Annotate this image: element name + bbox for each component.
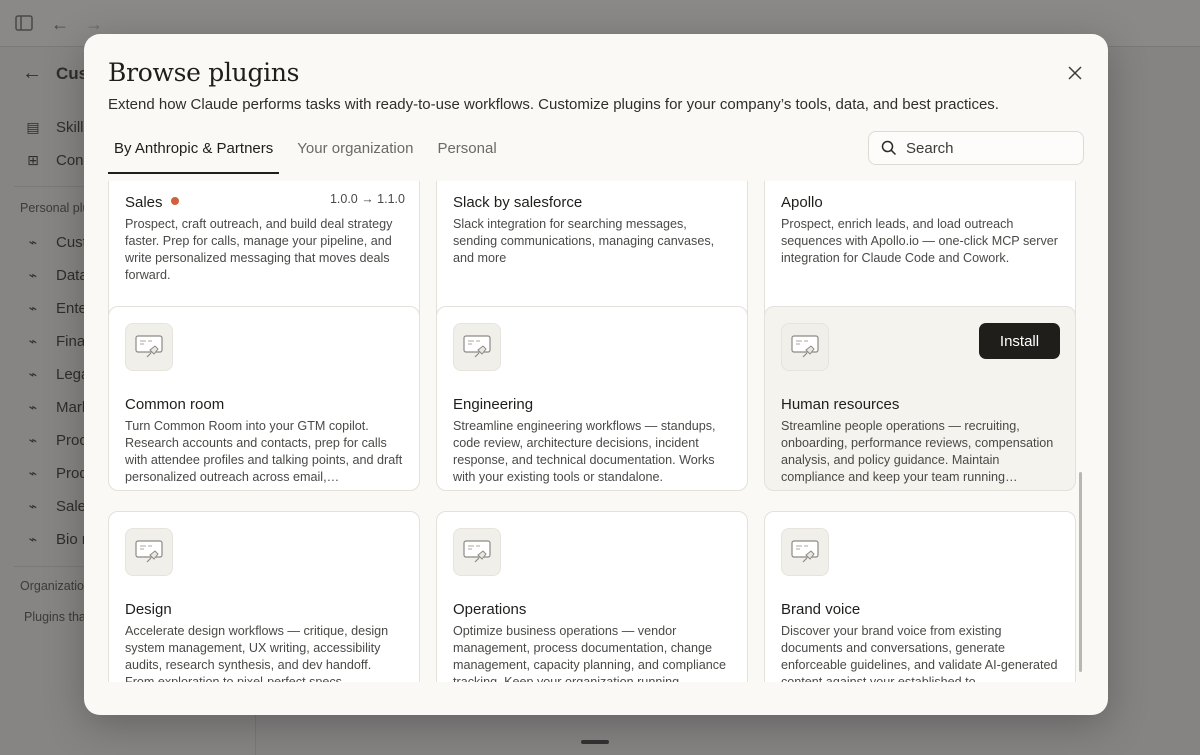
- plugin-name: Common room: [125, 396, 225, 413]
- plug-icon: ⌁: [28, 431, 38, 448]
- plug-icon: ⌁: [28, 365, 38, 382]
- plug-icon: ⌁: [28, 398, 38, 415]
- plugin-description: Streamline people operations — recruitin…: [781, 419, 1054, 484]
- plugin-description: Prospect, craft outreach, and build deal…: [125, 217, 393, 282]
- plugin-description: Discover your brand voice from existing …: [781, 624, 1058, 682]
- scrollbar[interactable]: [1079, 472, 1082, 672]
- plugin-name: Slack by salesforce: [453, 194, 583, 211]
- sidebar-plugin-item[interactable]: ⌁ Sale: [24, 494, 86, 518]
- plug-icon: ⌁: [28, 332, 38, 349]
- plugin-name: Engineering: [453, 396, 534, 413]
- home-indicator: [581, 740, 609, 744]
- plugin-description: Prospect, enrich leads, and load outreac…: [781, 217, 1058, 265]
- plugin-card-brand-voice[interactable]: Brand voice Discover your brand voice fr…: [764, 511, 1076, 682]
- sidebar-plugin-item[interactable]: ⌁ Mark: [24, 395, 90, 419]
- plugin-name: Brand voice: [781, 601, 861, 618]
- plug-icon: ⌁: [28, 530, 38, 547]
- plugin-description: Streamline engineering workflows — stand…: [453, 419, 716, 484]
- sidebar-item-skills[interactable]: ▤ Skills: [24, 115, 91, 139]
- browse-plugins-modal: Browse plugins Extend how Claude perform…: [84, 34, 1108, 715]
- personal-plugins-label: Personal plu: [20, 201, 90, 215]
- tab-personal[interactable]: Personal: [431, 130, 502, 174]
- sidebar-plugin-item[interactable]: ⌁ Lega: [24, 362, 90, 386]
- install-button[interactable]: Install: [979, 323, 1060, 359]
- sidebar-plugin-item[interactable]: ⌁ Ente: [24, 296, 87, 320]
- search-input[interactable]: [906, 139, 1066, 157]
- modal-title: Browse plugins: [108, 58, 300, 87]
- plugin-description: Slack integration for searching messages…: [453, 217, 715, 265]
- close-icon[interactable]: [1064, 64, 1086, 86]
- sidebar-item-connectors[interactable]: ⊞ Con: [24, 148, 83, 172]
- update-dot: [170, 197, 179, 206]
- plugin-name: Operations: [453, 601, 527, 618]
- plugin-name: Sales: [125, 194, 163, 211]
- plugin-icon: [781, 323, 829, 371]
- plugin-card-human-resources[interactable]: Install Human resources Streamline peopl…: [764, 306, 1076, 491]
- plugin-grid: Sales 1.0.0 → 1.1.0 Prospect, craft outr…: [84, 181, 1108, 682]
- plugin-icon: [125, 528, 173, 576]
- sidebar-back-icon[interactable]: ←: [22, 62, 42, 85]
- skills-icon: ▤: [26, 118, 40, 135]
- organization-note: Plugins tha: [24, 610, 86, 624]
- plugin-description: Optimize business operations — vendor ma…: [453, 624, 727, 682]
- plugin-icon: [125, 323, 173, 371]
- version-update: 1.0.0 → 1.1.0: [329, 192, 405, 206]
- modal-subtitle: Extend how Claude performs tasks with re…: [108, 96, 999, 113]
- tab-by-anthropic-partners[interactable]: By Anthropic & Partners: [108, 130, 280, 174]
- tab-your-organization[interactable]: Your organization: [291, 130, 419, 174]
- plug-icon: ⌁: [28, 299, 38, 316]
- plugin-icon: [453, 528, 501, 576]
- sidebar-plugin-item[interactable]: ⌁ Proc: [24, 428, 87, 452]
- plugin-name: Apollo: [781, 194, 823, 211]
- plugin-icon: [453, 323, 501, 371]
- plugin-name: Design: [125, 601, 172, 618]
- plugin-icon: [781, 528, 829, 576]
- plugin-description: Accelerate design workflows — critique, …: [125, 624, 389, 682]
- plugin-card-operations[interactable]: Operations Optimize business operations …: [436, 511, 748, 682]
- connectors-icon: ⊞: [27, 151, 39, 168]
- search-box[interactable]: [868, 131, 1084, 165]
- sidebar-plugin-item[interactable]: ⌁ Bio r: [24, 527, 87, 551]
- plug-icon: ⌁: [28, 266, 38, 283]
- plugin-name: Human resources: [781, 396, 900, 413]
- plugin-tabs: By Anthropic & Partners Your organizatio…: [108, 130, 515, 174]
- plugin-description: Turn Common Room into your GTM copilot. …: [125, 419, 403, 484]
- search-icon: [881, 140, 897, 156]
- back-arrow-icon[interactable]: ←: [49, 13, 71, 35]
- plugin-card-design[interactable]: Design Accelerate design workflows — cri…: [108, 511, 420, 682]
- organization-section-label: Organizatio: [20, 579, 84, 593]
- plugin-card-engineering[interactable]: Engineering Streamline engineering workf…: [436, 306, 748, 491]
- sidebar-plugin-item[interactable]: ⌁ Data: [24, 263, 88, 287]
- plug-icon: ⌁: [28, 497, 38, 514]
- sidebar-plugin-item[interactable]: ⌁ Prod: [24, 461, 88, 485]
- forward-arrow-icon[interactable]: →: [83, 13, 105, 35]
- plug-icon: ⌁: [28, 464, 38, 481]
- plugin-card-common-room[interactable]: Common room Turn Common Room into your G…: [108, 306, 420, 491]
- sidebar-plugin-item[interactable]: ⌁ Fina: [24, 329, 85, 353]
- sidebar-toggle-icon[interactable]: [13, 13, 35, 35]
- sidebar-plugin-item[interactable]: ⌁ Cust: [24, 230, 87, 254]
- plug-icon: ⌁: [28, 233, 38, 250]
